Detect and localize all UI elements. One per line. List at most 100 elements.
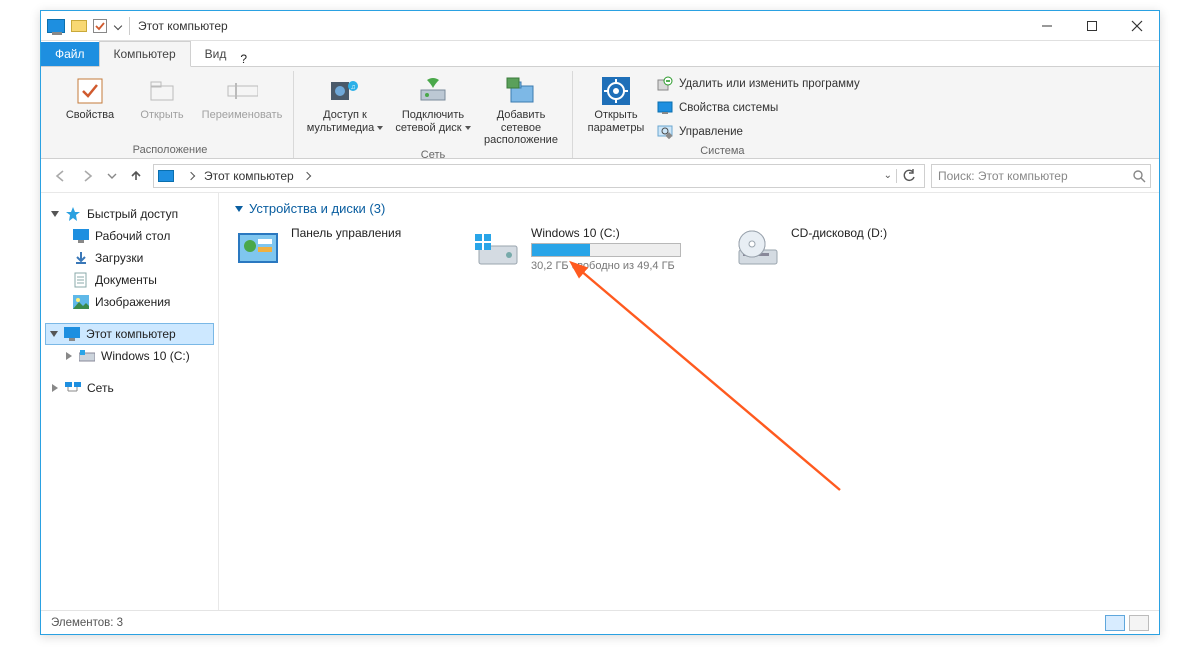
star-icon — [65, 206, 81, 222]
minimize-button[interactable] — [1024, 11, 1069, 40]
folder-icon[interactable] — [71, 20, 87, 32]
nav-up-button[interactable] — [125, 165, 147, 187]
ribbon: Свойства Открыть Переименовать Расположе… — [41, 67, 1159, 159]
status-item-count: Элементов: 3 — [51, 617, 123, 629]
search-placeholder: Поиск: Этот компьютер — [936, 169, 1132, 183]
add-network-location-icon — [505, 75, 537, 107]
nav-back-button[interactable] — [49, 165, 71, 187]
address-dropdown-icon[interactable]: ⌄ — [884, 170, 892, 181]
open-button[interactable]: Открыть — [127, 71, 197, 142]
tab-computer[interactable]: Компьютер — [99, 41, 191, 67]
nav-network[interactable]: Сеть — [45, 377, 214, 399]
ribbon-tab-strip: Файл Компьютер Вид ? — [41, 41, 1159, 67]
uninstall-program-button[interactable]: Удалить или изменить программу — [653, 73, 864, 95]
breadcrumb-chevron-icon[interactable] — [187, 171, 195, 179]
system-properties-button[interactable]: Свойства системы — [653, 97, 864, 119]
breadcrumb-chevron-icon[interactable] — [302, 171, 310, 179]
chevron-down-icon[interactable] — [235, 206, 243, 212]
tab-view[interactable]: Вид — [191, 42, 241, 66]
add-network-location-button[interactable]: Добавить сетевое расположение — [478, 71, 564, 147]
group-label-location: Расположение — [55, 142, 285, 158]
uninstall-icon — [657, 76, 673, 92]
chevron-right-icon[interactable] — [51, 384, 59, 392]
nav-recent-button[interactable] — [105, 165, 119, 187]
open-settings-button[interactable]: Открыть параметры — [581, 71, 651, 143]
chevron-down-icon[interactable] — [50, 330, 58, 338]
large-icons-view-button[interactable] — [1129, 615, 1149, 631]
map-network-drive-button[interactable]: Подключить сетевой диск — [390, 71, 476, 147]
nav-this-pc[interactable]: Этот компьютер — [45, 323, 214, 345]
chevron-right-icon[interactable] — [65, 352, 73, 360]
network-drive-icon — [417, 75, 449, 107]
downloads-icon — [73, 250, 89, 266]
details-view-button[interactable] — [1105, 615, 1125, 631]
qat-customize-icon[interactable] — [114, 21, 122, 29]
close-button[interactable] — [1114, 11, 1159, 40]
quick-access-toolbar — [47, 19, 121, 33]
drive-icon — [79, 348, 95, 364]
refresh-button[interactable] — [896, 169, 920, 183]
search-icon — [1132, 169, 1146, 183]
file-explorer-window: Этот компьютер Файл Компьютер Вид ? — [40, 10, 1160, 635]
maximize-button[interactable] — [1069, 11, 1114, 40]
open-folder-icon — [146, 75, 178, 107]
network-icon — [65, 380, 81, 396]
control-panel-icon — [235, 226, 281, 272]
window-title: Этот компьютер — [138, 19, 228, 33]
nav-c-drive[interactable]: Windows 10 (C:) — [45, 345, 214, 367]
help-button[interactable]: ? — [240, 52, 247, 66]
view-switch — [1105, 615, 1149, 631]
nav-desktop[interactable]: Рабочий стол — [45, 225, 214, 247]
tile-control-panel[interactable]: Панель управления — [235, 226, 435, 272]
title-separator — [129, 17, 130, 35]
tile-drive-c[interactable]: Windows 10 (C:) 30,2 ГБ свободно из 49,4… — [475, 226, 695, 272]
status-bar: Элементов: 3 — [41, 610, 1159, 634]
tab-file[interactable]: Файл — [41, 42, 99, 66]
drive-space-bar — [531, 243, 681, 257]
cd-drive-icon — [735, 226, 781, 272]
ribbon-group-location: Свойства Открыть Переименовать Расположе… — [47, 71, 294, 158]
ribbon-group-system: Открыть параметры Удалить или изменить п… — [573, 71, 872, 158]
properties-button[interactable]: Свойства — [55, 71, 125, 142]
system-properties-icon — [657, 100, 673, 116]
properties-quick-icon[interactable] — [93, 19, 107, 33]
title-bar: Этот компьютер — [41, 11, 1159, 41]
explorer-body: Быстрый доступ Рабочий стол Загрузки Док… — [41, 193, 1159, 610]
group-label-system: Система — [581, 143, 864, 159]
manage-icon — [657, 124, 673, 140]
nav-pictures[interactable]: Изображения — [45, 291, 214, 313]
window-controls — [1024, 11, 1159, 40]
tile-label: Windows 10 (C:) — [531, 226, 681, 240]
drive-free-text: 30,2 ГБ свободно из 49,4 ГБ — [531, 260, 681, 272]
nav-quick-access[interactable]: Быстрый доступ — [45, 203, 214, 225]
devices-group-header[interactable]: Устройства и диски (3) — [235, 201, 1143, 216]
address-this-pc-icon — [158, 170, 174, 182]
nav-downloads[interactable]: Загрузки — [45, 247, 214, 269]
rename-icon — [226, 75, 258, 107]
documents-icon — [73, 272, 89, 288]
chevron-down-icon[interactable] — [51, 210, 59, 218]
ribbon-group-network: ♫ Доступ к мультимедиа Подключить сетево… — [294, 71, 573, 158]
address-bar-row: Этот компьютер ⌄ Поиск: Этот компьютер — [41, 159, 1159, 193]
breadcrumb-this-pc[interactable]: Этот компьютер — [204, 169, 294, 183]
tile-cd-drive[interactable]: CD-дисковод (D:) — [735, 226, 935, 272]
drive-icon — [475, 226, 521, 272]
media-access-button[interactable]: ♫ Доступ к мультимедиа — [302, 71, 388, 147]
search-box[interactable]: Поиск: Этот компьютер — [931, 164, 1151, 188]
this-pc-icon — [64, 326, 80, 342]
media-icon: ♫ — [329, 75, 361, 107]
tile-label: CD-дисковод (D:) — [791, 226, 887, 240]
settings-gear-icon — [600, 75, 632, 107]
desktop-icon — [73, 228, 89, 244]
rename-button[interactable]: Переименовать — [199, 71, 285, 142]
navigation-pane: Быстрый доступ Рабочий стол Загрузки Док… — [41, 193, 219, 610]
this-pc-icon — [47, 19, 65, 33]
properties-icon — [74, 75, 106, 107]
manage-button[interactable]: Управление — [653, 121, 864, 143]
tile-label: Панель управления — [291, 226, 401, 240]
nav-forward-button[interactable] — [77, 165, 99, 187]
pictures-icon — [73, 294, 89, 310]
content-pane[interactable]: Устройства и диски (3) Панель управления — [219, 193, 1159, 610]
address-bar[interactable]: Этот компьютер ⌄ — [153, 164, 925, 188]
nav-documents[interactable]: Документы — [45, 269, 214, 291]
